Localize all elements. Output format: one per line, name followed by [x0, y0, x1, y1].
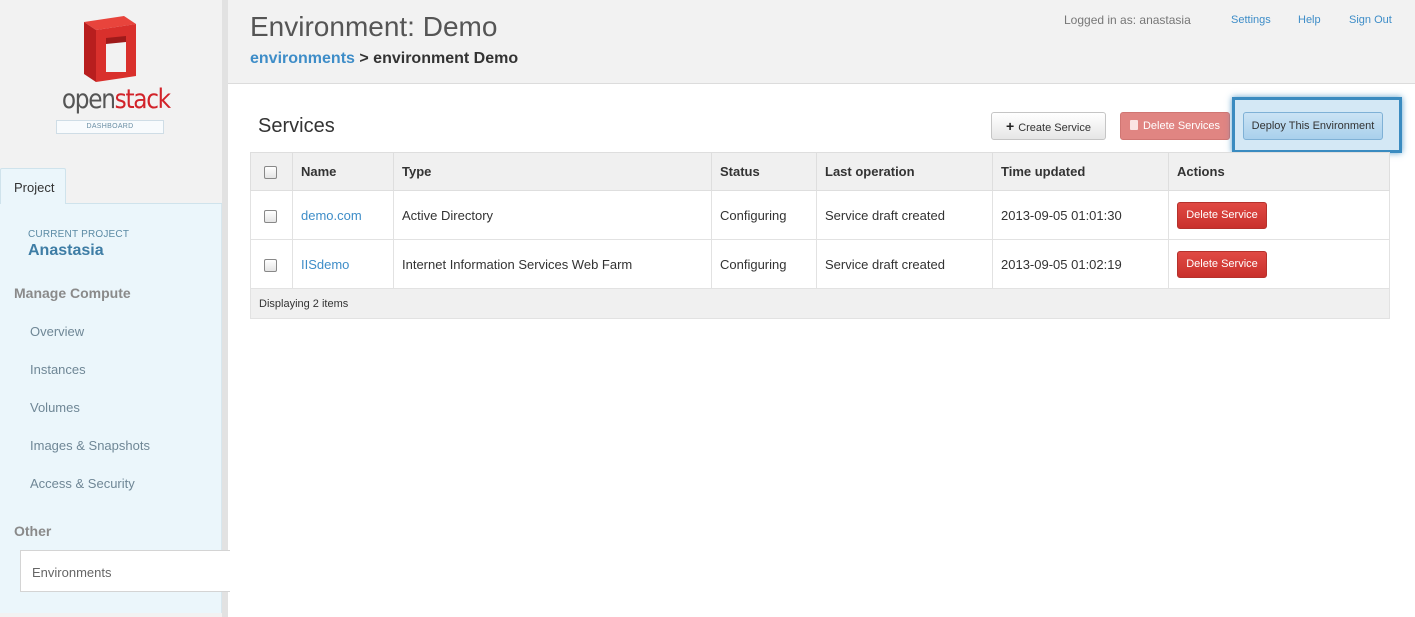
service-type-cell: Active Directory [393, 190, 712, 240]
column-header-status[interactable]: Status [711, 152, 817, 191]
service-time-updated-cell: 2013-09-05 01:01:30 [992, 190, 1169, 240]
create-service-button[interactable]: + Create Service [991, 112, 1106, 140]
column-header-name[interactable]: Name [292, 152, 394, 191]
breadcrumb-current: environment Demo [373, 50, 519, 67]
service-name-link[interactable]: IISdemo [301, 257, 349, 272]
service-name-cell: demo.com [292, 190, 394, 240]
column-header-time-updated[interactable]: Time updated [992, 152, 1169, 191]
table-footer-count: Displaying 2 items [250, 288, 1390, 319]
table-footer-row: Displaying 2 items [250, 288, 1390, 319]
service-name-cell: IISdemo [292, 239, 394, 289]
current-project-label: CURRENT PROJECT [28, 229, 130, 240]
services-table: Name Type Status Last operation Time upd… [250, 152, 1390, 319]
logo-wordmark: openstack [61, 84, 171, 115]
select-all-cell [250, 152, 293, 191]
tab-underline [66, 203, 222, 204]
select-all-checkbox[interactable] [264, 166, 277, 180]
page-title: Environment: Demo [250, 11, 498, 42]
sidebar-item-images-snapshots[interactable]: Images & Snapshots [30, 438, 150, 453]
deploy-environment-button[interactable]: Deploy This Environment [1243, 112, 1383, 140]
service-type-cell: Internet Information Services Web Farm [393, 239, 712, 289]
delete-services-label: Delete Services [1142, 120, 1221, 132]
service-status-cell: Configuring [711, 190, 817, 240]
service-last-operation-cell: Service draft created [816, 190, 993, 240]
section-other: Other [14, 523, 52, 539]
section-manage-compute: Manage Compute [14, 285, 131, 301]
service-actions-cell: Delete Service [1168, 190, 1390, 240]
sidebar-item-volumes[interactable]: Volumes [30, 400, 80, 415]
column-header-actions: Actions [1168, 152, 1390, 191]
openstack-cube-icon [84, 16, 136, 82]
settings-link[interactable]: Settings [1231, 14, 1271, 26]
table-row: demo.com Active Directory Configuring Se… [250, 190, 1390, 240]
services-title: Services [258, 115, 335, 137]
logo-subtitle: DASHBOARD [56, 120, 164, 134]
row-select-cell [250, 239, 293, 289]
row-select-cell [250, 190, 293, 240]
delete-service-button[interactable]: Delete Service [1177, 250, 1267, 278]
sign-out-link[interactable]: Sign Out [1349, 14, 1392, 26]
create-service-label: Create Service [1018, 122, 1091, 134]
help-link[interactable]: Help [1298, 14, 1321, 26]
sidebar-item-overview[interactable]: Overview [30, 324, 84, 339]
sidebar-divider [222, 0, 228, 617]
column-header-type[interactable]: Type [393, 152, 712, 191]
service-actions-cell: Delete Service [1168, 239, 1390, 289]
breadcrumb-separator: > [359, 50, 369, 67]
service-name-link[interactable]: demo.com [301, 208, 362, 223]
sidebar-item-instances[interactable]: Instances [30, 362, 86, 377]
table-row: IISdemo Internet Information Services We… [250, 239, 1390, 289]
openstack-logo[interactable]: openstack DASHBOARD [54, 14, 171, 136]
sidebar-item-access-security[interactable]: Access & Security [30, 476, 135, 491]
logged-in-status: Logged in as: anastasia [1064, 13, 1191, 27]
tab-project[interactable]: Project [0, 168, 66, 204]
delete-services-button[interactable]: Delete Services [1120, 112, 1230, 140]
service-status-cell: Configuring [711, 239, 817, 289]
sidebar-item-environments[interactable]: Environments [20, 550, 230, 592]
service-time-updated-cell: 2013-09-05 01:02:19 [992, 239, 1169, 289]
service-last-operation-cell: Service draft created [816, 239, 993, 289]
plus-icon: + [1006, 118, 1015, 134]
trash-icon [1129, 120, 1138, 130]
delete-service-button[interactable]: Delete Service [1177, 201, 1267, 229]
breadcrumb: environments > environment Demo [250, 50, 518, 68]
row-checkbox[interactable] [264, 209, 277, 223]
column-header-last-operation[interactable]: Last operation [816, 152, 993, 191]
row-checkbox[interactable] [264, 258, 277, 272]
table-header-row: Name Type Status Last operation Time upd… [250, 152, 1390, 191]
breadcrumb-link-environments[interactable]: environments [250, 50, 355, 67]
current-project-name[interactable]: Anastasia [28, 242, 104, 260]
